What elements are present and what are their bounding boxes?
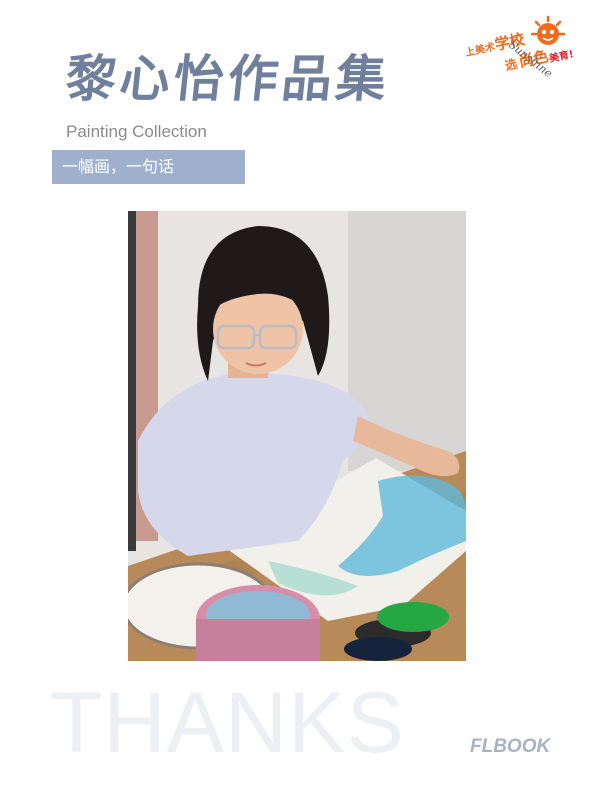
page-title: 黎心怡作品集 [62,49,394,108]
logo-line1: 上美术 [464,40,496,59]
logo-line2: 选 [504,56,519,73]
sun-mascot-icon [530,15,566,45]
tagline-banner: 一幅画，一句话 [52,150,245,184]
school-logo: 上美术 学校 选 尚色 美育! Sunshine [464,15,575,80]
artwork-photo [128,211,466,661]
flbook-brand: FLBOOK [470,736,551,757]
logo-line3: 美育! [548,47,575,65]
page-subtitle: Painting Collection [66,122,207,141]
thanks-watermark: THANKS [50,675,405,771]
